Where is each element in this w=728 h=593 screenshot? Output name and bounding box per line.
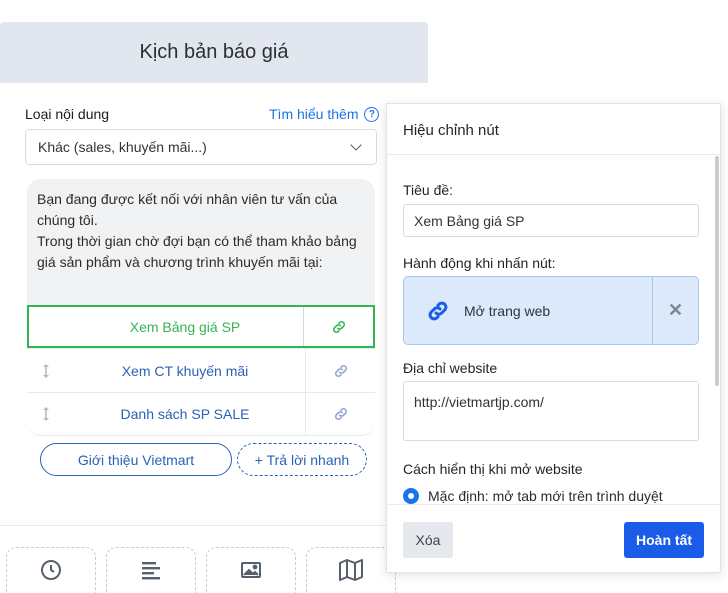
learn-more-label[interactable]: Tìm hiểu thêm <box>269 106 358 122</box>
message-button[interactable]: Xem CT khuyến mãi <box>65 349 305 392</box>
drag-handle-icon[interactable] <box>29 307 67 346</box>
message-button-row[interactable]: Xem CT khuyến mãi <box>27 348 375 392</box>
image-icon[interactable] <box>206 547 296 593</box>
dialog-footer: Xóa Hoàn tất <box>387 504 720 572</box>
message-button[interactable]: Xem Bảng giá SP <box>67 307 303 346</box>
content-type-label: Loại nội dung <box>25 106 110 122</box>
link-icon[interactable] <box>303 307 373 346</box>
close-icon[interactable]: ✕ <box>652 277 698 344</box>
website-label: Địa chỉ website <box>403 360 498 376</box>
message-button-row[interactable]: Xem Bảng giá SP <box>27 305 375 348</box>
message-button[interactable]: Danh sách SP SALE <box>65 393 305 435</box>
action-label: Hành động khi nhấn nút: <box>403 255 556 271</box>
title-field-label: Tiêu đề: <box>403 182 454 198</box>
scrollbar[interactable] <box>715 156 719 386</box>
learn-more-link[interactable]: Tìm hiểu thêm ? <box>269 106 380 122</box>
add-quick-reply-button[interactable]: + Trả lời nhanh <box>237 443 367 476</box>
edit-button-dialog: Hiệu chỉnh nút Tiêu đề: Xem Bảng giá SP … <box>386 103 721 573</box>
drag-handle-icon[interactable] <box>27 349 65 392</box>
help-icon[interactable]: ? <box>364 106 380 122</box>
quick-reply-button[interactable]: Giới thiệu Vietmart <box>40 443 232 476</box>
radio-selected-icon[interactable] <box>403 488 419 504</box>
display-mode-label: Cách hiển thị khi mở website <box>403 461 583 477</box>
action-selector[interactable]: Mở trang web ✕ <box>403 276 699 345</box>
clock-icon[interactable] <box>6 547 96 593</box>
message-button-row[interactable]: Danh sách SP SALE <box>27 392 375 436</box>
dialog-title: Hiệu chỉnh nút <box>403 122 499 139</box>
chevron-down-icon <box>350 139 362 151</box>
script-editor-panel: Kịch bản báo giá Loại nội dung Tìm hiểu … <box>0 22 428 593</box>
done-button[interactable]: Hoàn tất <box>624 522 704 558</box>
display-mode-option-label[interactable]: Mặc định: mở tab mới trên trình duyệt <box>428 488 663 504</box>
drag-handle-icon[interactable] <box>27 393 65 435</box>
content-type-value: Khác (sales, khuyến mãi...) <box>38 139 207 155</box>
title-input[interactable]: Xem Bảng giá SP <box>403 204 699 237</box>
divider <box>0 525 428 526</box>
link-icon[interactable] <box>305 393 375 435</box>
delete-button[interactable]: Xóa <box>403 522 453 558</box>
link-icon <box>428 301 448 320</box>
action-option[interactable]: Mở trang web <box>404 277 652 344</box>
link-icon[interactable] <box>305 349 375 392</box>
map-icon[interactable] <box>306 547 396 593</box>
display-mode-option[interactable]: Mặc định: mở tab mới trên trình duyệt <box>403 488 663 504</box>
website-input[interactable]: http://vietmartjp.com/ <box>403 381 699 441</box>
content-type-select[interactable]: Khác (sales, khuyến mãi...) <box>25 129 377 165</box>
panel-title: Kịch bản báo giá <box>0 22 428 83</box>
text-lines-icon[interactable] <box>106 547 196 593</box>
action-value: Mở trang web <box>464 302 551 319</box>
message-text[interactable]: Bạn đang được kết nối với nhân viên tư v… <box>37 189 367 273</box>
message-bubble[interactable]: Bạn đang được kết nối với nhân viên tư v… <box>27 179 375 436</box>
divider <box>387 154 720 155</box>
